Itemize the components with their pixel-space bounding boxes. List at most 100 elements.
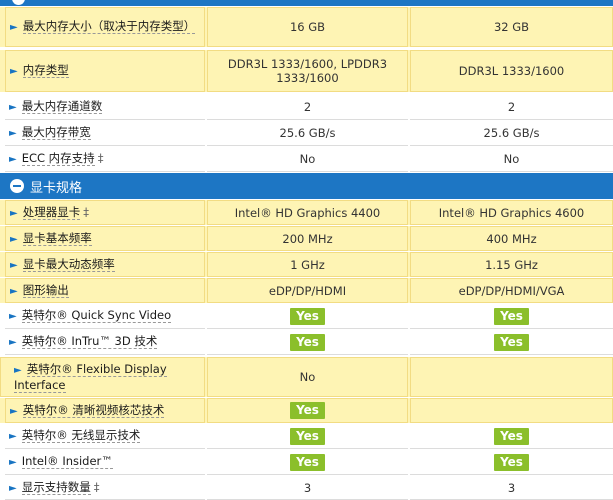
expand-arrow-icon: ► <box>9 337 17 348</box>
spec-label[interactable]: Intel® Insider™ <box>21 454 113 469</box>
spec-label-cell: ► 英特尔® 无线显示技术 <box>5 424 205 449</box>
spec-label[interactable]: 显示支持数量 <box>21 479 91 495</box>
spec-label-cell: ► 处理器显卡 ‡ <box>5 200 205 225</box>
spec-value-col1: Yes <box>207 304 408 329</box>
spec-label-cell: ► 英特尔® 清晰视频核芯技术 <box>5 398 205 423</box>
spec-label-cell: ► 最大内存通道数 <box>5 95 205 120</box>
spec-value-col1: Yes <box>207 398 408 423</box>
expand-arrow-icon: ► <box>9 154 17 165</box>
spec-value-col1: DDR3L 1333/1600, LPDDR3 1333/1600 <box>207 50 408 92</box>
expand-arrow-icon: ► <box>10 405 18 417</box>
spec-label[interactable]: 英特尔® InTru™ 3D 技术 <box>21 334 158 349</box>
yes-badge: Yes <box>494 453 529 471</box>
yes-badge: Yes <box>290 427 325 445</box>
spec-value-col2: 25.6 GB/s <box>410 121 613 146</box>
spec-row-graphics-max-dynamic-freq: ► 显卡最大动态频率 1 GHz 1.15 GHz <box>0 252 613 277</box>
spec-value-col2: eDP/DP/HDMI/VGA <box>410 278 613 303</box>
spec-value-col2: No <box>410 147 613 172</box>
expand-arrow-icon: ► <box>9 482 17 494</box>
spec-label[interactable]: ECC 内存支持 <box>21 151 95 166</box>
spec-label-cell: ► 最大内存带宽 <box>5 121 205 146</box>
expand-arrow-icon: ► <box>9 311 17 322</box>
spec-value-col2: Yes <box>410 450 613 475</box>
spec-label[interactable]: 处理器显卡 <box>22 204 81 220</box>
spec-value-col1: Yes <box>207 424 408 449</box>
collapsed-section-header[interactable] <box>0 0 613 6</box>
section-title: 显卡规格 <box>30 180 83 196</box>
spec-value-col2: Yes <box>410 424 613 449</box>
spec-value-col1: 1 GHz <box>207 252 408 277</box>
spec-row-flexible-display-interface: ► 英特尔® Flexible Display Interface No <box>0 357 613 397</box>
yes-badge: Yes <box>290 307 325 325</box>
spec-row-clear-video-core: ► 英特尔® 清晰视频核芯技术 Yes <box>0 398 613 423</box>
spec-label-cell: ► 英特尔® Quick Sync Video <box>5 304 205 329</box>
spec-row-ecc-memory: ► ECC 内存支持 ‡ No No <box>0 147 613 172</box>
expand-arrow-icon: ► <box>9 128 17 139</box>
yes-badge: Yes <box>494 333 529 351</box>
section-header-graphics[interactable]: 显卡规格 <box>0 173 613 199</box>
spec-label-cell: ► 图形输出 <box>5 278 205 303</box>
spec-label[interactable]: 英特尔® 清晰视频核芯技术 <box>22 402 165 418</box>
spec-label-cell: ► 最大内存大小（取决于内存类型） <box>5 7 205 47</box>
spec-value-col1: 200 MHz <box>207 226 408 251</box>
expand-arrow-icon: ► <box>9 102 17 113</box>
spec-row-intel-insider: ► Intel® Insider™ Yes Yes <box>0 450 613 475</box>
footnote-marker[interactable]: ‡ <box>98 151 104 165</box>
collapse-icon <box>10 179 24 193</box>
spec-value-col2 <box>410 398 613 423</box>
spec-row-displays-supported: ► 显示支持数量 ‡ 3 3 <box>0 476 613 500</box>
spec-label[interactable]: 最大内存通道数 <box>21 99 103 114</box>
expand-arrow-icon: ► <box>10 233 18 245</box>
spec-value-col2: Yes <box>410 304 613 329</box>
spec-label[interactable]: 最大内存大小（取决于内存类型） <box>22 19 196 34</box>
expand-arrow-icon: ► <box>10 66 18 77</box>
spec-value-col1: No <box>207 357 408 397</box>
spec-label[interactable]: 最大内存带宽 <box>21 125 91 140</box>
spec-label-cell: ► 英特尔® Flexible Display Interface <box>0 357 205 397</box>
spec-row-max-memory-channels: ► 最大内存通道数 2 2 <box>0 95 613 120</box>
spec-row-intru-3d: ► 英特尔® InTru™ 3D 技术 Yes Yes <box>0 330 613 355</box>
spec-label[interactable]: 显卡最大动态频率 <box>22 256 115 272</box>
spec-label[interactable]: 英特尔® 无线显示技术 <box>21 428 141 443</box>
expand-arrow-icon: ► <box>10 207 18 219</box>
footnote-marker[interactable]: ‡ <box>83 205 89 219</box>
spec-label-cell: ► 显示支持数量 ‡ <box>5 476 205 500</box>
spec-value-col1: 16 GB <box>207 7 408 47</box>
spec-label[interactable]: 显卡基本频率 <box>22 230 92 246</box>
yes-badge: Yes <box>290 402 325 419</box>
spec-value-col2: 2 <box>410 95 613 120</box>
spec-label[interactable]: 内存类型 <box>22 63 69 78</box>
spec-value-col2 <box>410 357 613 397</box>
spec-label-cell: ► 显卡最大动态频率 <box>5 252 205 277</box>
yes-badge: Yes <box>290 453 325 471</box>
spec-value-col1: Yes <box>207 330 408 355</box>
expand-arrow-icon: ► <box>14 365 22 376</box>
spec-value-col2: 32 GB <box>410 7 613 47</box>
spec-value-col2: Intel® HD Graphics 4600 <box>410 200 613 225</box>
spec-value-col2: 3 <box>410 476 613 500</box>
footnote-marker[interactable]: ‡ <box>94 480 100 494</box>
spec-value-col1: Yes <box>207 450 408 475</box>
spec-value-col2: Yes <box>410 330 613 355</box>
spec-label[interactable]: 英特尔® Quick Sync Video <box>21 308 172 323</box>
spec-label-cell: ► Intel® Insider™ <box>5 450 205 475</box>
yes-badge: Yes <box>494 427 529 445</box>
expand-arrow-icon: ► <box>9 431 17 442</box>
section-toggle-icon <box>12 0 25 5</box>
spec-value-col2: DDR3L 1333/1600 <box>410 50 613 92</box>
expand-arrow-icon: ► <box>9 457 17 468</box>
spec-value-col1: eDP/DP/HDMI <box>207 278 408 303</box>
spec-value-col1: Intel® HD Graphics 4400 <box>207 200 408 225</box>
spec-label-cell: ► 内存类型 <box>5 50 205 92</box>
spec-row-max-memory-size: ► 最大内存大小（取决于内存类型） 16 GB 32 GB <box>0 7 613 47</box>
yes-badge: Yes <box>290 333 325 351</box>
spec-value-col1: 25.6 GB/s <box>207 121 408 146</box>
expand-arrow-icon: ► <box>10 285 18 297</box>
spec-row-memory-type: ► 内存类型 DDR3L 1333/1600, LPDDR3 1333/1600 … <box>0 50 613 92</box>
spec-row-graphics-base-freq: ► 显卡基本频率 200 MHz 400 MHz <box>0 226 613 251</box>
spec-label[interactable]: 英特尔® Flexible Display Interface <box>14 362 167 393</box>
expand-arrow-icon: ► <box>10 259 18 271</box>
spec-label-cell: ► ECC 内存支持 ‡ <box>5 147 205 172</box>
spec-label[interactable]: 图形输出 <box>22 282 69 298</box>
spec-row-graphics-output: ► 图形输出 eDP/DP/HDMI eDP/DP/HDMI/VGA <box>0 278 613 303</box>
